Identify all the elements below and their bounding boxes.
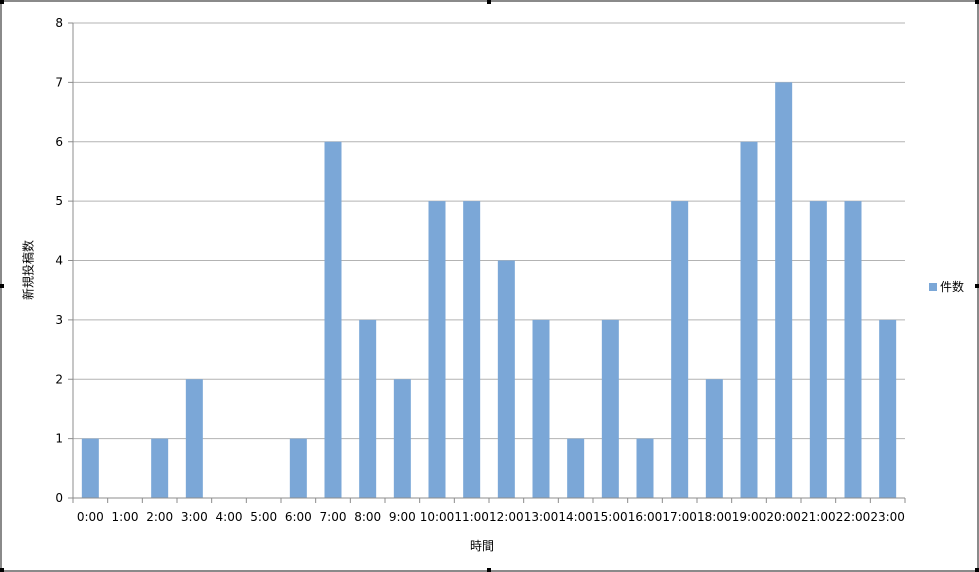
y-tick-label: 0 <box>55 491 63 505</box>
bars <box>81 82 897 499</box>
x-tick-label: 12:00 <box>489 510 524 524</box>
y-tick-label: 3 <box>55 313 63 327</box>
x-tick-label: 15:00 <box>593 510 628 524</box>
x-tick-label: 0:00 <box>77 510 104 524</box>
y-tick-label: 8 <box>55 16 63 30</box>
bar-2-00[interactable] <box>151 438 169 498</box>
x-tick-label: 19:00 <box>732 510 767 524</box>
x-tick-label: 9:00 <box>389 510 416 524</box>
x-tick-label: 8:00 <box>354 510 381 524</box>
bar-6-00[interactable] <box>289 438 307 498</box>
x-tick-label: 14:00 <box>558 510 593 524</box>
bar-16-00[interactable] <box>636 438 654 498</box>
x-tick-label: 7:00 <box>320 510 347 524</box>
bar-14-00[interactable] <box>567 438 585 498</box>
bar-23-00[interactable] <box>879 319 897 498</box>
x-tick-labels: 0:00 1:00 2:00 3:00 4:00 5:00 6:00 7:00 8:00 9:00… <box>77 510 905 524</box>
y-tick-labels: 0 1 2 3 4 5 6 7 8 <box>55 16 63 505</box>
x-tick-label: 2:00 <box>146 510 173 524</box>
bar-11-00[interactable] <box>463 201 481 498</box>
bar-13-00[interactable] <box>532 319 550 498</box>
x-tick-label: 17:00 <box>662 510 697 524</box>
bar-10-00[interactable] <box>428 201 446 498</box>
y-tick-label: 2 <box>55 372 63 386</box>
bar-8-00[interactable] <box>359 319 377 498</box>
x-tick-label: 1:00 <box>112 510 139 524</box>
legend-label: 件数 <box>940 280 965 294</box>
x-tick-label: 20:00 <box>766 510 801 524</box>
x-tick-label: 22:00 <box>836 510 871 524</box>
x-tick-label: 5:00 <box>250 510 277 524</box>
x-axis-label: 時間 <box>470 539 495 553</box>
y-tick-label: 5 <box>55 194 63 208</box>
bar-chart: 0 1 2 3 4 5 6 7 8 0:00 1:00 2:00 3:00 4:00 5:00 6:00 7:… <box>55 16 906 524</box>
x-tick-label: 3:00 <box>181 510 208 524</box>
y-axis-label: 新規投稿数 <box>21 239 36 301</box>
y-tick-label: 7 <box>55 75 63 89</box>
bar-3-00[interactable] <box>185 379 203 498</box>
bar-7-00[interactable] <box>324 141 342 498</box>
y-tick-label: 4 <box>55 254 63 268</box>
bar-9-00[interactable] <box>393 379 411 498</box>
x-tick-label: 11:00 <box>454 510 489 524</box>
bar-17-00[interactable] <box>671 201 689 498</box>
x-tick-label: 6:00 <box>285 510 312 524</box>
bar-20-00[interactable] <box>775 82 793 498</box>
legend: 件数 <box>929 278 964 295</box>
x-tick-label: 16:00 <box>628 510 663 524</box>
bar-19-00[interactable] <box>740 141 758 498</box>
x-tick-label: 23:00 <box>870 510 905 524</box>
x-tick-label: 10:00 <box>420 510 455 524</box>
y-tick-label: 1 <box>55 432 63 446</box>
bar-0-00[interactable] <box>81 438 99 498</box>
x-tick-label: 4:00 <box>216 510 243 524</box>
bar-12-00[interactable] <box>497 260 515 499</box>
bar-18-00[interactable] <box>705 379 723 498</box>
bar-22-00[interactable] <box>844 201 862 498</box>
y-tick-label: 6 <box>55 135 63 149</box>
x-tick-label: 21:00 <box>801 510 836 524</box>
bar-15-00[interactable] <box>601 319 619 498</box>
legend-swatch <box>929 282 937 291</box>
x-tick-label: 13:00 <box>524 510 559 524</box>
bar-21-00[interactable] <box>809 201 827 498</box>
x-tick-label: 18:00 <box>697 510 732 524</box>
